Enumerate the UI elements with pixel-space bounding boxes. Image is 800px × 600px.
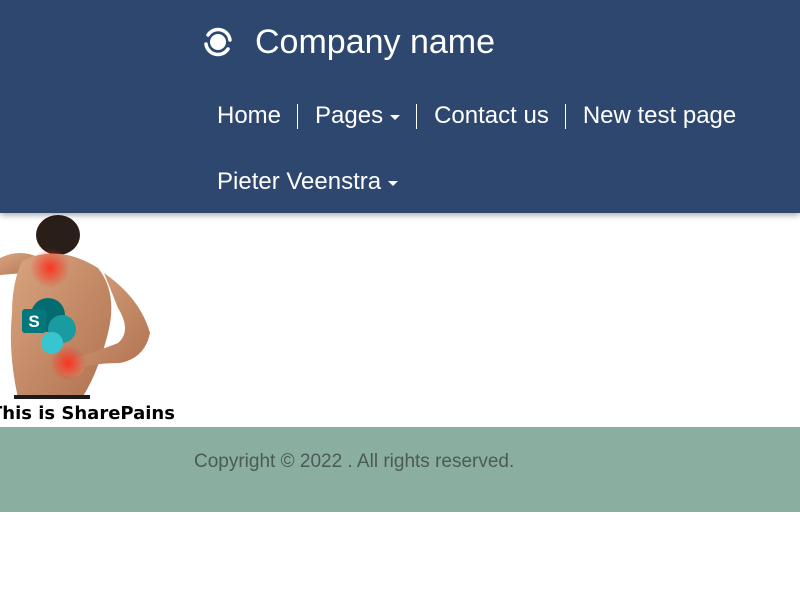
nav-item-label: Contact us [434, 102, 549, 129]
user-name: Pieter Veenstra [217, 168, 382, 195]
brand-link[interactable]: Company name [200, 20, 495, 64]
site-footer: Copyright © 2022 . All rights reserved. [0, 427, 800, 512]
brand-name: Company name [255, 22, 496, 61]
caret-down-icon [388, 180, 399, 186]
nav-item-contact-us[interactable]: Contact us [417, 92, 566, 140]
nav-item-pages[interactable]: Pages [298, 92, 418, 140]
hero-caption: This is SharePains [0, 403, 175, 424]
page-content: S This is SharePains [0, 213, 800, 427]
nav-item-home[interactable]: Home [200, 92, 299, 140]
main-navigation: Home Pages Contact us New test page [200, 92, 800, 142]
nav-item-label: Pages [315, 102, 384, 129]
user-menu-row: Pieter Veenstra [200, 158, 415, 208]
company-logo-icon [200, 24, 236, 60]
site-header: Company name Home Pages Contact us New t… [0, 0, 800, 213]
user-menu[interactable]: Pieter Veenstra [200, 158, 415, 206]
copyright-text: Copyright © 2022 . All rights reserved. [194, 451, 515, 472]
nav-item-label: New test page [582, 102, 737, 129]
caret-down-icon [390, 114, 401, 120]
nav-item-label: Home [217, 102, 282, 129]
sharepoint-back-pain-image: S [0, 213, 160, 403]
svg-text:S: S [28, 312, 39, 331]
nav-item-new-test-page[interactable]: New test page [566, 92, 753, 140]
